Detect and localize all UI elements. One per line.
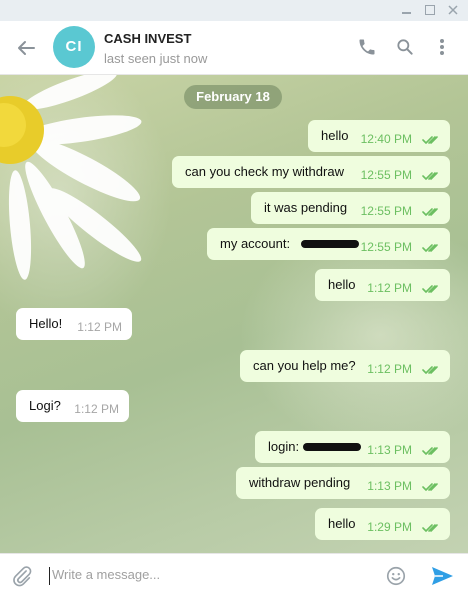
double-check-icon — [422, 205, 440, 216]
redaction-mark — [303, 443, 361, 451]
phone-icon[interactable] — [357, 37, 377, 57]
outgoing-message[interactable]: it was pending 12:55 PM — [251, 192, 450, 224]
message-text: hello — [328, 277, 356, 292]
redaction-mark — [301, 240, 359, 248]
double-check-icon — [422, 480, 440, 491]
message-time: 12:55 PM — [360, 240, 412, 254]
message-text: hello — [328, 516, 356, 531]
more-vertical-icon[interactable] — [432, 37, 452, 57]
double-check-icon — [422, 521, 440, 532]
double-check-icon — [422, 241, 440, 252]
minimize-button[interactable] — [396, 2, 418, 18]
message-text: Logi? — [29, 398, 61, 413]
double-check-icon — [422, 133, 440, 144]
message-text: can you help me? — [253, 358, 356, 373]
message-text: can you check my withdraw — [185, 164, 344, 179]
message-time: 1:12 PM — [367, 362, 412, 376]
close-window-button[interactable] — [442, 2, 464, 18]
send-icon[interactable] — [430, 565, 454, 587]
outgoing-message[interactable]: hello 1:29 PM — [315, 508, 450, 540]
window-titlebar — [0, 0, 468, 21]
message-time: 1:12 PM — [77, 320, 122, 334]
text-cursor — [49, 567, 50, 585]
double-check-icon — [422, 169, 440, 180]
message-text: Hello! — [29, 316, 63, 331]
chat-status: last seen just now — [104, 51, 208, 66]
incoming-message[interactable]: Logi? 1:12 PM — [16, 390, 129, 422]
outgoing-message[interactable]: can you check my withdraw 12:55 PM — [172, 156, 450, 188]
outgoing-message[interactable]: can you help me? 1:12 PM — [240, 350, 450, 382]
attach-icon[interactable] — [11, 565, 33, 587]
outgoing-message[interactable]: login: 1:13 PM — [255, 431, 450, 463]
message-time: 1:12 PM — [367, 281, 412, 295]
double-check-icon — [422, 363, 440, 374]
message-text: hello — [321, 128, 349, 143]
message-time: 12:40 PM — [360, 132, 412, 146]
message-time: 12:55 PM — [360, 168, 412, 182]
date-divider: February 18 — [184, 85, 282, 109]
chat-header: CI CASH INVEST last seen just now — [0, 21, 468, 75]
outgoing-message[interactable]: my account: 12:55 PM — [207, 228, 450, 260]
outgoing-message[interactable]: hello 12:40 PM — [308, 120, 450, 152]
outgoing-message[interactable]: hello 1:12 PM — [315, 269, 450, 301]
emoji-icon[interactable] — [385, 565, 407, 587]
message-text: withdraw pending — [249, 475, 351, 490]
chat-title[interactable]: CASH INVEST — [104, 31, 191, 46]
double-check-icon — [422, 444, 440, 455]
message-text: it was pending — [264, 200, 348, 215]
message-list[interactable]: February 18 hello 12:40 PM can you check m… — [0, 75, 468, 553]
message-time: 12:55 PM — [360, 204, 412, 218]
chamomile-wallpaper — [0, 75, 142, 280]
message-text: my account: — [220, 236, 291, 251]
message-time: 1:29 PM — [367, 520, 412, 534]
avatar[interactable]: CI — [53, 26, 95, 68]
double-check-icon — [422, 282, 440, 293]
message-input[interactable]: Write a message... — [52, 567, 160, 582]
composer-bar: Write a message... — [0, 553, 468, 597]
message-time: 1:13 PM — [367, 443, 412, 457]
message-text: login: — [268, 439, 300, 454]
search-icon[interactable] — [395, 37, 415, 57]
back-arrow-icon[interactable] — [14, 36, 38, 60]
message-time: 1:13 PM — [367, 479, 412, 493]
message-time: 1:12 PM — [74, 402, 119, 416]
incoming-message[interactable]: Hello! 1:12 PM — [16, 308, 132, 340]
outgoing-message[interactable]: withdraw pending 1:13 PM — [236, 467, 450, 499]
maximize-button[interactable] — [419, 2, 441, 18]
